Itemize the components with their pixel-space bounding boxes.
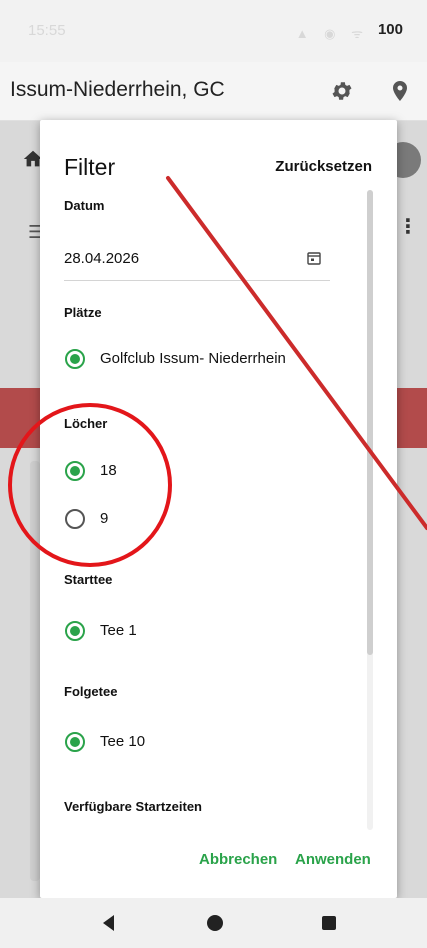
radio-selected-icon[interactable]	[64, 460, 86, 482]
back-icon[interactable]	[98, 912, 120, 934]
date-field[interactable]: 28.04.2026	[64, 240, 330, 281]
radio-selected-icon[interactable]	[64, 731, 86, 753]
system-nav-bar	[0, 898, 427, 948]
background-card	[30, 461, 40, 881]
start-tee-section-label: Starttee	[64, 572, 113, 587]
gear-icon[interactable]	[330, 79, 354, 103]
follow-tee-section-label: Folgetee	[64, 684, 118, 699]
courses-section-label: Plätze	[64, 305, 102, 320]
radio-selected-icon[interactable]	[64, 348, 86, 370]
course-option-label: Golfclub Issum- Niederrhein	[100, 350, 286, 367]
status-icons: ▲ ◉ ᯤ	[295, 26, 369, 41]
radio-unselected-icon[interactable]	[64, 508, 86, 530]
cancel-button[interactable]: Abbrechen	[199, 851, 277, 868]
holes-section-label: Löcher	[64, 416, 108, 431]
holes-option-18[interactable]: 18	[64, 456, 184, 486]
times-section-label: Verfügbare Startzeiten	[64, 799, 202, 814]
scrollbar-thumb[interactable]	[367, 190, 373, 655]
holes-option-9[interactable]: 9	[64, 504, 184, 534]
recents-icon[interactable]	[318, 912, 340, 934]
date-section-label: Datum	[64, 198, 105, 213]
reset-button[interactable]: Zurücksetzen	[275, 158, 372, 175]
app-bar: Issum-Niederrhein, GC	[0, 62, 427, 121]
apply-button[interactable]: Anwenden	[295, 851, 371, 868]
dialog-actions: Abbrechen Anwenden	[40, 848, 397, 878]
start-tee-option[interactable]: Tee 1	[64, 616, 204, 646]
follow-tee-option-label: Tee 10	[100, 733, 146, 750]
app-title: Issum-Niederrhein, GC	[10, 78, 225, 101]
radio-selected-icon[interactable]	[64, 620, 86, 642]
date-value: 28.04.2026	[64, 250, 140, 267]
holes-option-label: 9	[100, 510, 109, 527]
scrollbar[interactable]	[367, 190, 373, 830]
filter-dialog: Filter Zurücksetzen Datum 28.04.2026 Plä…	[40, 120, 397, 898]
map-pin-icon[interactable]	[388, 79, 412, 103]
holes-option-label: 18	[100, 462, 117, 479]
filter-scroll-area[interactable]: Datum 28.04.2026 Plätze Golfclub Issum- …	[40, 190, 397, 830]
battery-level: 100	[377, 21, 403, 38]
status-time: 15:55	[28, 22, 66, 39]
more-icon: ⋮	[398, 216, 418, 238]
calendar-icon[interactable]	[306, 250, 322, 266]
status-bar: 15:55 ▲ ◉ ᯤ 100	[0, 0, 427, 62]
dialog-title: Filter	[64, 154, 116, 180]
follow-tee-option[interactable]: Tee 10	[64, 727, 204, 757]
home-nav-icon[interactable]	[204, 912, 226, 934]
course-option[interactable]: Golfclub Issum- Niederrhein	[64, 344, 364, 374]
start-tee-option-label: Tee 1	[100, 622, 137, 639]
